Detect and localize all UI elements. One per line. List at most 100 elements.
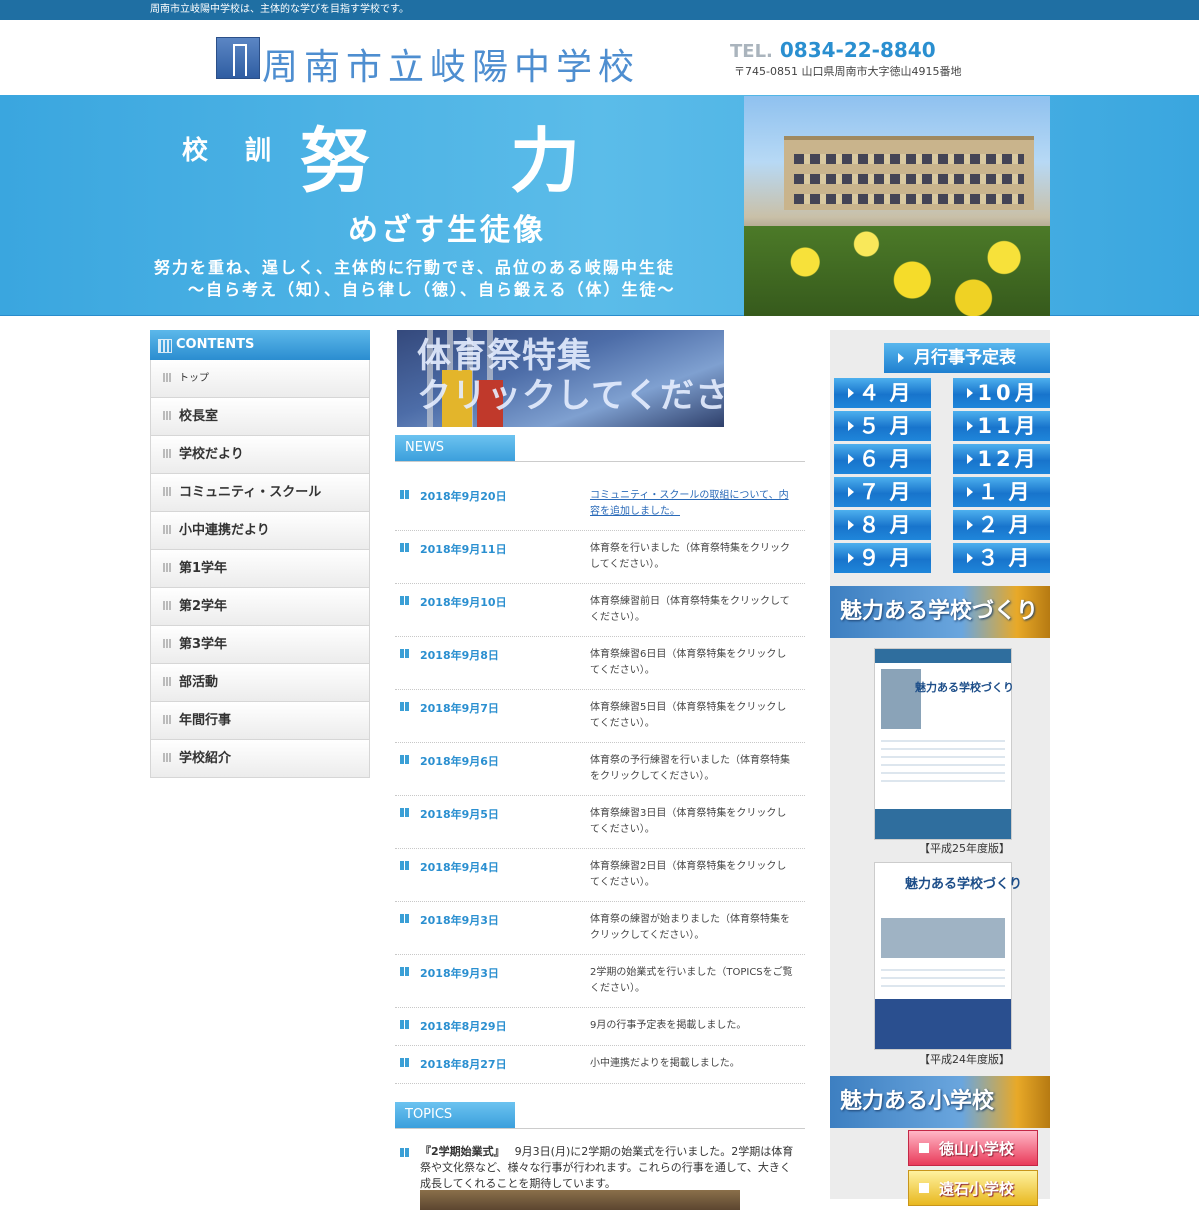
news-item: 2018年9月5日 体育祭練習3日目（体育祭特集をクリックしてください）。 [395, 796, 805, 849]
school-motto: 努力 [300, 120, 720, 202]
news-bullet-icon [400, 755, 409, 764]
sidebar-item-annual-events[interactable]: 年間行事 [150, 702, 370, 740]
month-button-mar[interactable]: ３月 [953, 543, 1050, 573]
month-button-jun[interactable]: ６月 [834, 444, 931, 474]
bullet-icon [163, 563, 172, 572]
sidebar-item-community-school[interactable]: コミュニティ・スクール [150, 474, 370, 512]
top-tagline-bar: 周南市立岐陽中学校は、主体的な学びを目指す学校です。 [0, 0, 1199, 20]
news-item: 2018年9月8日 体育祭練習6日目（体育祭特集をクリックしてください）。 [395, 637, 805, 690]
attractive-school-banner[interactable]: 魅力ある学校づくり [830, 586, 1050, 638]
bullet-icon [163, 411, 172, 420]
attractive-elementary-banner[interactable]: 魅力ある小学校 [830, 1076, 1050, 1128]
sidebar-item-newsletter[interactable]: 学校だより [150, 436, 370, 474]
news-bullet-icon [400, 1058, 409, 1067]
contents-heading: CONTENTS [150, 330, 370, 360]
toishi-elementary-button[interactable]: 遠石小学校 [908, 1170, 1038, 1206]
news-item: 2018年9月11日 体育祭を行いました（体育祭特集をクリックしてください）。 [395, 531, 805, 584]
brochure-h24[interactable]: 魅力ある学校づくり [874, 862, 1022, 1050]
school-building-photo [744, 96, 1050, 316]
tel-label: TEL. [730, 41, 773, 62]
sidebar-item-grade3[interactable]: 第3学年 [150, 626, 370, 664]
news-list: 2018年9月20日 コミュニティ・スクールの取組について、内容を追加しました。… [395, 478, 805, 1084]
news-item: 2018年9月3日 体育祭の練習が始まりました（体育祭特集をクリックしてください… [395, 902, 805, 955]
school-logo-icon[interactable] [216, 37, 260, 79]
telephone: TEL. 0834-22-8840 [730, 38, 936, 62]
month-button-may[interactable]: ５月 [834, 411, 931, 441]
brochure-h25[interactable]: 魅力ある学校づくり [874, 648, 1014, 840]
feature-line2: クリックしてください [417, 376, 724, 416]
tagline-text: 周南市立岐陽中学校は、主体的な学びを目指す学校です。 [150, 4, 409, 15]
month-button-jul[interactable]: ７月 [834, 477, 931, 507]
news-item: 2018年9月4日 体育祭練習2日目（体育祭特集をクリックしてください）。 [395, 849, 805, 902]
news-item: 2018年9月3日 2学期の始業式を行いました（TOPICSをご覧ください）。 [395, 955, 805, 1008]
goal-subdescription: 〜自ら考え（知）、自ら律し（徳）、自ら鍛える（体）生徒〜 [188, 280, 676, 299]
month-button-feb[interactable]: ２月 [953, 510, 1050, 540]
sidebar-item-top[interactable]: トップ [150, 360, 370, 398]
sidebar-item-elem-junior[interactable]: 小中連携だより [150, 512, 370, 550]
feature-line1: 体育祭特集 [417, 336, 592, 376]
bullet-icon [163, 715, 172, 724]
address: 〒745-0851 山口県周南市大字徳山4915番地 [734, 65, 962, 78]
bullet-icon [163, 525, 172, 534]
tel-number: 0834-22-8840 [779, 38, 936, 62]
monthly-schedule-title: 月行事予定表 [884, 343, 1050, 373]
tokuyama-elementary-button[interactable]: 徳山小学校 [908, 1130, 1038, 1166]
sidebar-item-school-intro[interactable]: 学校紹介 [150, 740, 370, 778]
brochure-h25-caption: 【平成25年度版】 [919, 842, 1010, 855]
month-button-nov[interactable]: 11月 [953, 411, 1050, 441]
month-button-oct[interactable]: 10月 [953, 378, 1050, 408]
news-bullet-icon [400, 914, 409, 923]
sidebar-item-clubs[interactable]: 部活動 [150, 664, 370, 702]
news-item: 2018年8月29日 9月の行事予定表を掲載しました。 [395, 1008, 805, 1046]
news-bullet-icon [400, 543, 409, 552]
sidebar-item-grade2[interactable]: 第2学年 [150, 588, 370, 626]
topics-divider [395, 1128, 805, 1129]
news-bullet-icon [400, 861, 409, 870]
news-item: 2018年8月27日 小中連携だよりを掲載しました。 [395, 1046, 805, 1084]
goal-description: 努力を重ね、逞しく、主体的に行動でき、品位のある岐陽中生徒 [154, 258, 675, 277]
topic-title: 『2学期始業式』 [420, 1145, 505, 1158]
bullet-icon [163, 449, 172, 458]
square-icon [919, 1143, 929, 1153]
news-item: 2018年9月10日 体育祭練習前日（体育祭特集をクリックしてください）。 [395, 584, 805, 637]
contents-sidebar: CONTENTS トップ 校長室 学校だより コミュニティ・スクール 小中連携だ… [150, 330, 370, 778]
school-name-logo[interactable]: 周南市立岐陽中学校 [262, 38, 640, 90]
topics-heading: TOPICS [395, 1102, 515, 1128]
news-heading: NEWS [395, 435, 515, 461]
sidebar-item-principal[interactable]: 校長室 [150, 398, 370, 436]
topic-bullet-icon [400, 1148, 409, 1157]
bullet-icon [163, 753, 172, 762]
news-bullet-icon [400, 490, 409, 499]
news-bullet-icon [400, 596, 409, 605]
heading-grid-icon [158, 339, 172, 353]
sports-festival-feature-banner[interactable]: 体育祭特集クリックしてください [397, 330, 724, 427]
month-button-sep[interactable]: ９月 [834, 543, 931, 573]
brochure-title: 魅力ある学校づくり [915, 681, 1014, 694]
brochure-title: 魅力ある学校づくり [905, 877, 1023, 892]
bullet-icon [163, 373, 172, 382]
news-bullet-icon [400, 649, 409, 658]
news-bullet-icon [400, 702, 409, 711]
news-bullet-icon [400, 1020, 409, 1029]
month-button-jan[interactable]: １月 [953, 477, 1050, 507]
bullet-icon [163, 677, 172, 686]
news-bullet-icon [400, 808, 409, 817]
news-item: 2018年9月20日 コミュニティ・スクールの取組について、内容を追加しました。 [395, 478, 805, 531]
sidebar-item-grade1[interactable]: 第1学年 [150, 550, 370, 588]
goal-title: めざす生徒像 [348, 213, 546, 248]
news-link[interactable]: コミュニティ・スクールの取組について、内容を追加しました。 [590, 488, 795, 520]
news-divider [395, 461, 805, 462]
topic-item: 『2学期始業式』 9月3日(月)に2学期の始業式を行いました。2学期は体育祭や文化… [400, 1144, 795, 1192]
month-button-dec[interactable]: 12月 [953, 444, 1050, 474]
news-item: 2018年9月6日 体育祭の予行練習を行いました（体育祭特集をクリックしてくださ… [395, 743, 805, 796]
motto-label: 校 訓 [182, 136, 286, 166]
news-bullet-icon [400, 967, 409, 976]
square-icon [919, 1183, 929, 1193]
month-button-apr[interactable]: ４月 [834, 378, 931, 408]
news-item: 2018年9月7日 体育祭練習5日目（体育祭特集をクリックしてください）。 [395, 690, 805, 743]
month-button-aug[interactable]: ８月 [834, 510, 931, 540]
topic-photo [420, 1190, 740, 1210]
bullet-icon [163, 601, 172, 610]
bullet-icon [163, 639, 172, 648]
bullet-icon [163, 487, 172, 496]
